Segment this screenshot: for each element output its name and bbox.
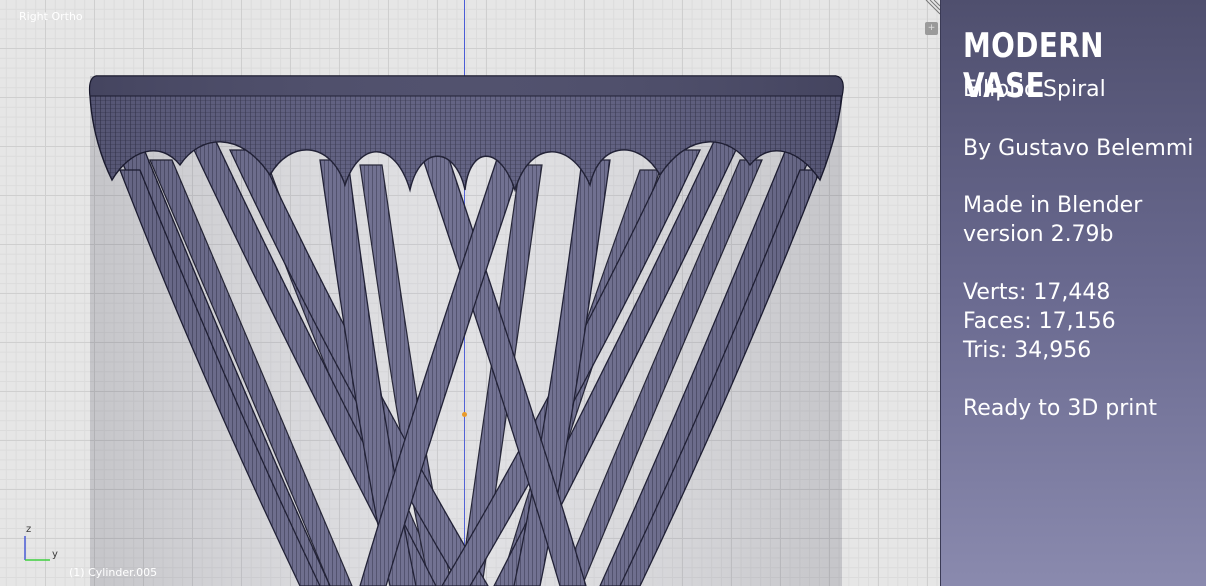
panel-author: By Gustavo Belemmi <box>963 136 1194 161</box>
panel-tris: Tris: 34,956 <box>963 338 1092 363</box>
panel-verts: Verts: 17,448 <box>963 280 1111 305</box>
object-origin-point[interactable] <box>462 412 467 417</box>
info-panel: MODERN VASE Elliptic Spiral By Gustavo B… <box>940 0 1206 586</box>
corner-split-icon[interactable] <box>924 0 940 16</box>
axis-y-label: y <box>52 549 58 560</box>
active-object-label: (1) Cylinder.005 <box>69 566 158 579</box>
view-options-icon[interactable]: + <box>925 22 938 35</box>
panel-faces: Faces: 17,156 <box>963 309 1116 334</box>
panel-made-in: Made in Blender <box>963 193 1143 218</box>
panel-subtitle: Elliptic Spiral <box>963 77 1106 102</box>
3d-viewport[interactable]: Right Ortho z y (1) Cylinder.005 + <box>0 0 940 586</box>
vase-mesh[interactable] <box>0 0 940 586</box>
panel-version: version 2.79b <box>963 222 1114 247</box>
axis-z-label: z <box>26 524 32 535</box>
panel-ready: Ready to 3D print <box>963 396 1157 421</box>
axis-gizmo-icon: z y <box>18 524 68 566</box>
